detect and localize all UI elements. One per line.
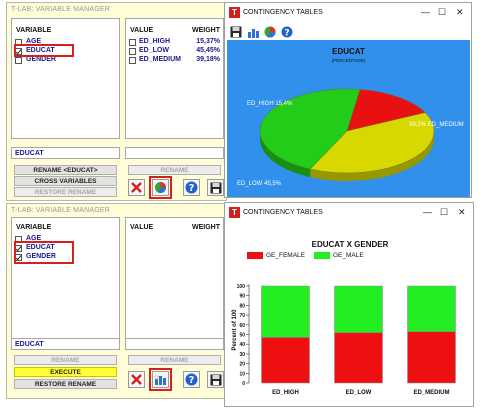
weight-ed-medium: 39,18% bbox=[196, 56, 220, 63]
slice-label-ed-medium: 39,2% ED_MEDIUM bbox=[409, 122, 464, 128]
close-button[interactable]: ✕ bbox=[456, 7, 464, 18]
highlight-box bbox=[149, 368, 172, 391]
highlight-box bbox=[149, 176, 172, 199]
execute-button[interactable]: EXECUTE bbox=[14, 367, 117, 377]
y-tick-label: 70 bbox=[239, 313, 245, 319]
selected-variable-field[interactable]: EDUCAT bbox=[11, 338, 120, 350]
y-tick-label: 100 bbox=[237, 284, 246, 290]
save-icon[interactable] bbox=[207, 371, 224, 388]
slice-label-ed-high: ED_HIGH 15,4% bbox=[247, 101, 293, 107]
variable-list: VARIABLE AGE EDUCAT GENDER bbox=[11, 217, 120, 340]
bar-ed-low-ge-female bbox=[334, 332, 383, 384]
checkbox-ed-high[interactable] bbox=[129, 39, 136, 46]
svg-text:?: ? bbox=[189, 375, 195, 386]
window-title: T-LAB: VARIABLE MANAGER bbox=[11, 207, 110, 214]
variable-gender[interactable]: GENDER bbox=[26, 56, 56, 63]
maximize-button[interactable]: ☐ bbox=[438, 7, 446, 18]
y-tick-label: 90 bbox=[239, 294, 245, 300]
variable-header: VARIABLE bbox=[16, 27, 52, 34]
selected-variable-field[interactable]: EDUCAT bbox=[11, 147, 120, 159]
pie-chart bbox=[259, 88, 435, 181]
rename-variable-button[interactable]: RENAME <EDUCAT> bbox=[14, 165, 117, 175]
pie-chart-area: EDUCAT (PERCENTAGE) ED_HIGH 15,4% 39,2% … bbox=[227, 40, 470, 197]
bar-ed-high-ge-female bbox=[261, 337, 310, 384]
restore-rename-button[interactable]: RESTORE RENAME bbox=[14, 187, 117, 197]
value-ed-medium[interactable]: ED_MEDIUM bbox=[139, 56, 181, 63]
svg-text:?: ? bbox=[284, 29, 289, 39]
window-title: T-LAB: VARIABLE MANAGER bbox=[11, 6, 110, 13]
y-tick-label: 20 bbox=[239, 362, 245, 368]
minimize-button[interactable]: — bbox=[421, 7, 430, 17]
close-button[interactable]: ✕ bbox=[458, 207, 466, 218]
x-tick-label: ED_HIGH bbox=[272, 390, 299, 396]
y-tick-label: 0 bbox=[242, 381, 245, 387]
variable-manager-window-2: T-LAB: VARIABLE MANAGER VARIABLE AGE EDU… bbox=[6, 203, 227, 399]
bar-ed-low-ge-male bbox=[334, 285, 383, 333]
y-tick-label: 60 bbox=[239, 323, 245, 329]
help-icon[interactable]: ? bbox=[183, 371, 200, 388]
checkbox-gender[interactable] bbox=[15, 57, 22, 64]
bar-ed-high-ge-male bbox=[261, 285, 310, 338]
variable-list: VARIABLE AGE EDUCAT GENDER bbox=[11, 18, 120, 139]
weight-ed-high: 15,37% bbox=[196, 38, 220, 45]
maximize-button[interactable]: ☐ bbox=[440, 207, 448, 218]
value-header: VALUE bbox=[130, 27, 154, 34]
y-tick-label: 30 bbox=[239, 352, 245, 358]
variable-manager-window-1: T-LAB: VARIABLE MANAGER VARIABLE AGE EDU… bbox=[6, 2, 227, 201]
rename-input[interactable] bbox=[125, 338, 224, 350]
checkbox-ed-medium[interactable] bbox=[129, 57, 136, 64]
variable-header: VARIABLE bbox=[16, 224, 52, 231]
weight-header: WEIGHT bbox=[192, 224, 220, 231]
rename-button[interactable]: RENAME bbox=[128, 355, 221, 365]
bar-chart-area: EDUCAT X GENDER GE_FEMALE GE_MALE Percen… bbox=[227, 225, 473, 406]
bar-chart: 0 10 20 30 40 50 60 70 80 90 100 ED_HIGH ED_LOW ED_ME… bbox=[237, 284, 456, 396]
window-title: CONTINGENCY TABLES bbox=[243, 209, 323, 216]
y-tick-label: 50 bbox=[239, 333, 245, 339]
weight-header: WEIGHT bbox=[192, 27, 220, 34]
restore-rename-button[interactable]: RESTORE RENAME bbox=[14, 379, 117, 389]
rename-input[interactable] bbox=[125, 147, 224, 159]
checkbox-ed-low[interactable] bbox=[129, 48, 136, 55]
help-icon[interactable]: ? bbox=[183, 179, 200, 196]
cross-variables-button[interactable]: CROSS VARIABLES bbox=[14, 176, 117, 186]
bar-ed-medium-ge-male bbox=[407, 285, 456, 332]
x-tick-label: ED_LOW bbox=[346, 390, 372, 396]
y-tick-label: 10 bbox=[239, 371, 245, 377]
value-list: VALUE WEIGHT bbox=[125, 217, 224, 340]
value-list: VALUE WEIGHT ED_HIGH 15,37% ED_LOW 45,45… bbox=[125, 18, 224, 139]
svg-text:?: ? bbox=[189, 183, 195, 194]
contingency-tables-window-1: T CONTINGENCY TABLES — ☐ ✕ ? EDUCAT (PER… bbox=[224, 2, 472, 198]
y-tick-label: 40 bbox=[239, 342, 245, 348]
value-ed-high[interactable]: ED_HIGH bbox=[139, 38, 170, 45]
bar-ed-medium-ge-female bbox=[407, 331, 456, 384]
x-tick-label: ED_MEDIUM bbox=[413, 390, 449, 396]
minimize-button[interactable]: — bbox=[423, 207, 432, 217]
slice-label-ed-low: ED_LOW 45,5% bbox=[237, 181, 282, 187]
close-icon[interactable] bbox=[128, 179, 145, 196]
weight-ed-low: 45,45% bbox=[196, 47, 220, 54]
highlight-box bbox=[14, 44, 74, 57]
save-icon[interactable] bbox=[207, 179, 224, 196]
value-ed-low[interactable]: ED_LOW bbox=[139, 47, 169, 54]
rename-button[interactable]: RENAME bbox=[128, 165, 221, 175]
close-icon[interactable] bbox=[128, 371, 145, 388]
highlight-box bbox=[14, 241, 74, 264]
y-tick-label: 80 bbox=[239, 303, 245, 309]
value-header: VALUE bbox=[130, 224, 154, 231]
contingency-tables-window-2: T CONTINGENCY TABLES — ☐ ✕ EDUCAT X GEND… bbox=[224, 202, 474, 407]
rename-variable-button[interactable]: RENAME bbox=[14, 355, 117, 365]
window-title: CONTINGENCY TABLES bbox=[243, 9, 323, 16]
